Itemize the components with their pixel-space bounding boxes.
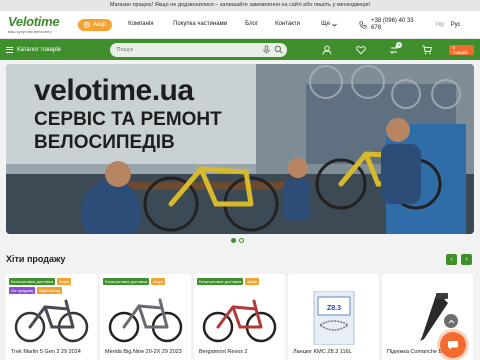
logo-tagline: ваш супутник велосвіту [8,28,52,34]
header-actions: 0 0 товарів [311,41,474,55]
main-nav: Компанія Покупка частинами Блог Контакти… [128,21,359,28]
wishlist-button[interactable] [344,45,377,55]
nav-more-label: Ще [321,21,331,28]
search-input[interactable] [116,46,259,53]
tag-sale: Акція [245,278,260,285]
product-card[interactable]: Безкоштовна доставка Акція Хіт продажу В… [6,274,97,360]
search-box [110,42,287,57]
product-card[interactable]: Z8.3 Ланцюг KMC Z8.3 116L [288,274,379,360]
catalog-button[interactable]: Каталог товарів [6,46,110,53]
logo[interactable]: Velotime ваш супутник велосвіту [8,13,64,34]
nav-company[interactable]: Компанія [128,21,173,28]
cart-icon [422,45,432,54]
promo-label: Акції [93,21,107,28]
chevron-up-icon [448,319,454,323]
slider-dot-1[interactable] [231,238,236,243]
catalog-label: Каталог товарів [17,46,61,53]
product-image [108,298,183,343]
lang-ukr[interactable]: Укр [435,22,445,28]
microphone-icon[interactable] [262,45,271,54]
next-arrow-icon[interactable]: › [461,254,472,265]
banner-subtitle: СЕРВІС ТА РЕМОНТ ВЕЛОСИПЕДІВ [34,109,222,153]
catalog-bar: Каталог товарів 0 0 товарів [0,39,480,60]
product-image [202,299,277,343]
product-name[interactable]: Bergamont Revox 2 [199,349,281,356]
nav-contacts[interactable]: Контакти [275,21,321,28]
chevron-down-icon [332,23,337,27]
slider-dot-2[interactable] [239,238,244,243]
phone-number: +38 (096) 40 33 678 [371,18,414,31]
promo-button[interactable]: % Акції [78,18,113,31]
product-image: Z8.3 [313,291,355,345]
phone-icon [359,20,367,29]
logo-text: Velotime [8,13,60,29]
compare-button[interactable]: 0 [377,41,410,55]
chat-icon [448,341,458,350]
cart-button[interactable] [410,45,443,55]
prev-arrow-icon[interactable]: ‹ [446,254,457,265]
percent-icon: % [84,21,90,28]
product-name[interactable]: Trek Marlin 5 Gen 3 29 2024 [11,349,93,356]
nav-more[interactable]: Ще [321,21,359,28]
hero-banner[interactable]: velotime.ua СЕРВІС ТА РЕМОНТ ВЕЛОСИПЕДІВ [6,64,474,234]
search-icon[interactable] [274,45,283,54]
tag-free-delivery: Безкоштовна доставка [103,278,150,285]
lang-rus[interactable]: Рус [451,22,461,28]
tag-free-delivery: Безкоштовна доставка [197,278,244,285]
wishlist-count-badge: 0 [396,41,403,48]
account-button[interactable] [311,45,344,55]
product-tags: Безкоштовна доставка Акція [103,278,189,285]
heart-icon [355,45,366,54]
user-icon [322,45,332,55]
nav-installments[interactable]: Покупка частинами [173,21,245,28]
slider-dots [231,238,244,243]
language-switcher: Укр Рус [435,22,460,28]
product-name[interactable]: Merida Big.Nine 20-2X 29 2023 [105,349,187,356]
tag-sale: Акція [151,278,166,285]
product-name[interactable]: Ланцюг KMC Z8.3 116L [293,349,375,356]
cart-count-button[interactable]: 0 товарів [449,44,474,55]
menu-icon [6,46,13,53]
banner-title: velotime.ua [34,74,194,107]
product-tags: Безкоштовна доставка Акція [197,278,283,285]
chat-button[interactable] [440,332,466,358]
svg-text:Z8.3: Z8.3 [327,305,341,312]
phone-block[interactable]: +38 (096) 40 33 678 [359,18,423,31]
scroll-top-button[interactable] [444,314,458,328]
page: Магазин працює! Якщо не додзвонилися – з… [0,0,480,360]
header: Velotime ваш супутник велосвіту % Акції … [0,11,480,39]
section-title: Хіти продажу [6,254,66,264]
notice-bar: Магазин працює! Якщо не додзвонилися – з… [0,0,480,11]
nav-blog[interactable]: Блог [245,21,275,28]
product-card[interactable]: Безкоштовна доставка Акція Bergamont Rev… [194,274,285,360]
carousel-arrows: ‹ › [446,254,472,265]
product-card[interactable]: Безкоштовна доставка Акція Merida Big.Ni… [100,274,191,360]
product-carousel: Безкоштовна доставка Акція Хіт продажу В… [6,274,473,360]
tag-sale: Акція [57,278,72,285]
tag-free-delivery: Безкоштовна доставка [9,278,56,285]
product-image [14,299,89,343]
